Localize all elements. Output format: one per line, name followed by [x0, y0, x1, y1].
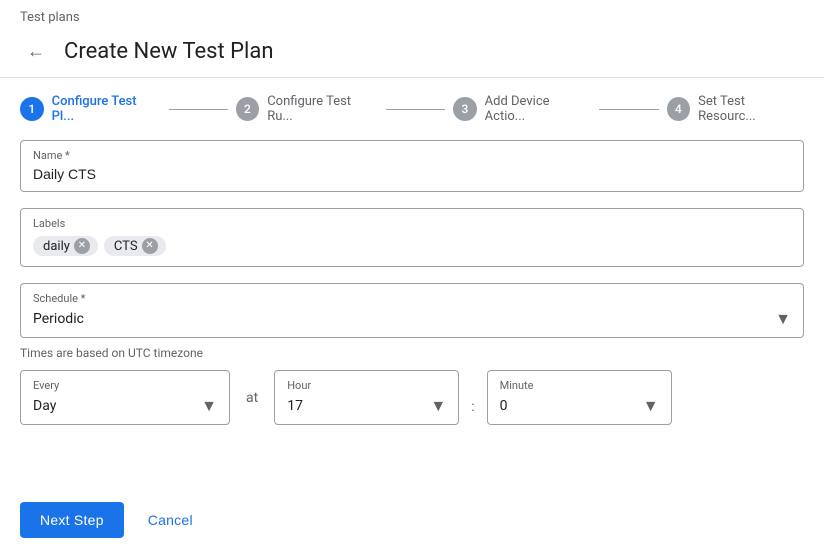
- step-connector-2: [386, 109, 445, 110]
- schedule-select-row: Periodic ▼: [33, 309, 791, 329]
- step-3-label: Add Device Actio...: [485, 94, 592, 124]
- timezone-note: Times are based on UTC timezone: [20, 346, 804, 360]
- labels-field-group: Labels daily ✕ CTS ✕: [20, 208, 804, 267]
- hour-row: 17 ▼: [287, 396, 446, 416]
- labels-label: Labels: [33, 217, 791, 230]
- schedule-chevron-icon: ▼: [775, 309, 791, 329]
- step-4: 4 Set Test Resourc...: [667, 94, 805, 124]
- minute-select[interactable]: Minute 0 ▼: [487, 370, 672, 425]
- minute-label: Minute: [500, 379, 659, 392]
- colon-separator: :: [471, 399, 474, 425]
- form-area: Name Labels daily ✕ CTS ✕ Schedule: [0, 140, 824, 486]
- schedule-value: Periodic: [33, 311, 84, 327]
- minute-chevron-icon: ▼: [643, 396, 659, 416]
- chip-cts-text: CTS: [114, 239, 138, 254]
- minute-row: 0 ▼: [500, 396, 659, 416]
- minute-value: 0: [500, 398, 508, 414]
- back-button[interactable]: ←: [20, 35, 52, 67]
- step-connector-1: [169, 109, 228, 110]
- schedule-label: Schedule: [33, 292, 791, 305]
- at-label: at: [246, 390, 258, 406]
- step-1: 1 Configure Test Pl...: [20, 94, 161, 124]
- schedule-section: Schedule Periodic ▼ Times are based on U…: [20, 283, 804, 425]
- step-1-circle: 1: [20, 97, 44, 121]
- every-label: Every: [33, 379, 217, 392]
- hour-select[interactable]: Hour 17 ▼: [274, 370, 459, 425]
- chip-daily-remove[interactable]: ✕: [74, 238, 90, 254]
- hour-chevron-icon: ▼: [430, 396, 446, 416]
- every-value: Day: [33, 398, 56, 414]
- hour-value: 17: [287, 398, 303, 414]
- back-icon: ←: [27, 41, 45, 62]
- step-connector-3: [599, 109, 658, 110]
- breadcrumb: Test plans: [0, 0, 824, 31]
- hour-label: Hour: [287, 379, 446, 392]
- chip-cts-remove[interactable]: ✕: [142, 238, 158, 254]
- chip-daily: daily ✕: [33, 236, 98, 256]
- step-3: 3 Add Device Actio...: [453, 94, 591, 124]
- page-header: ← Create New Test Plan: [0, 31, 824, 78]
- every-row: Day ▼: [33, 396, 217, 416]
- step-2-circle: 2: [236, 97, 260, 121]
- chip-daily-text: daily: [43, 239, 70, 254]
- periodic-row: Every Day ▼ at Hour 17 ▼: [20, 370, 804, 425]
- next-step-button[interactable]: Next Step: [20, 502, 124, 538]
- labels-container: daily ✕ CTS ✕: [33, 234, 791, 258]
- name-input[interactable]: [33, 166, 791, 182]
- schedule-select-wrapper[interactable]: Schedule Periodic ▼: [20, 283, 804, 338]
- step-2: 2 Configure Test Ru...: [236, 94, 378, 124]
- footer: Next Step Cancel: [0, 486, 824, 554]
- every-select[interactable]: Every Day ▼: [20, 370, 230, 425]
- step-3-circle: 3: [453, 97, 477, 121]
- name-field-group: Name: [20, 140, 804, 192]
- step-4-label: Set Test Resourc...: [698, 94, 804, 124]
- cancel-button[interactable]: Cancel: [140, 502, 201, 538]
- step-4-circle: 4: [667, 97, 691, 121]
- step-1-label: Configure Test Pl...: [52, 94, 161, 124]
- name-label: Name: [33, 149, 791, 162]
- stepper: 1 Configure Test Pl... 2 Configure Test …: [0, 78, 824, 140]
- step-2-label: Configure Test Ru...: [267, 94, 378, 124]
- page-title: Create New Test Plan: [64, 39, 274, 64]
- every-chevron-icon: ▼: [201, 396, 217, 416]
- chip-cts: CTS ✕: [104, 236, 166, 256]
